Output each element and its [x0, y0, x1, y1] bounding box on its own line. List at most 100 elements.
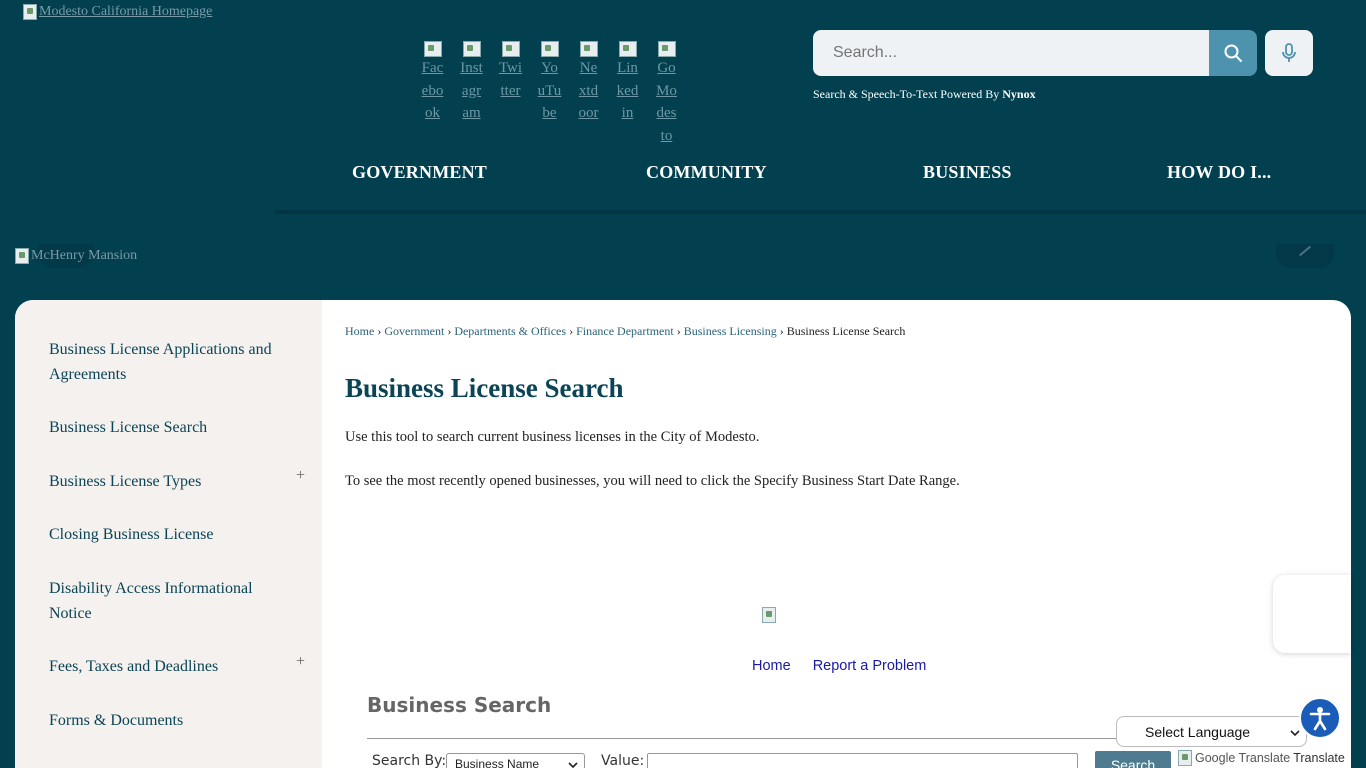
sidebar-item-applications[interactable]: Business License Applications and Agreem… [49, 337, 279, 387]
search-input[interactable] [813, 30, 1209, 76]
broken-image-icon [501, 41, 520, 57]
search-icon [1224, 44, 1242, 62]
search-by-select[interactable]: Business Name [446, 753, 585, 768]
social-link-text: to [660, 127, 673, 144]
sidebar-item-closing-license[interactable]: Closing Business License [49, 522, 279, 547]
broken-image-icon [540, 41, 559, 57]
social-link-text: ok [425, 105, 440, 121]
broken-image-icon [762, 607, 776, 623]
hero-pause-button[interactable] [1276, 244, 1334, 268]
logo-link[interactable]: Modesto California Homepage [23, 4, 212, 20]
social-link-text: oor [578, 105, 599, 121]
google-translate-attribution: Google Translate Translate [1178, 750, 1345, 766]
breadcrumb-separator: › [569, 324, 574, 338]
social-link-text: Fac [421, 60, 444, 76]
broken-image-icon [462, 41, 481, 57]
social-link-text: in [621, 105, 634, 121]
search-by-value: Business Name [455, 757, 540, 768]
expand-fees-taxes-button[interactable]: + [296, 653, 305, 671]
sidebar-item-license-search[interactable]: Business License Search [49, 415, 279, 440]
chevron-down-icon [1290, 730, 1300, 737]
breadcrumb-government[interactable]: Government [384, 324, 444, 338]
microphone-icon [1282, 43, 1296, 62]
embedded-app-image [762, 607, 776, 628]
powered-by: Search & Speech-To-Text Powered By Nynox [813, 87, 1036, 102]
chevron-down-icon [568, 762, 578, 768]
business-search-title: Business Search [367, 693, 552, 717]
sidebar: Business License Applications and Agreem… [15, 300, 322, 768]
site-search [813, 30, 1257, 76]
breadcrumb-separator: › [779, 324, 784, 338]
main-nav: GOVERNMENT COMMUNITY BUSINESS HOW DO I..… [275, 162, 1366, 214]
social-link-linkedin[interactable]: Lin ked in [608, 41, 647, 147]
hero-image-alt: McHenry Mansion [31, 248, 138, 263]
broken-image-icon [23, 4, 37, 20]
expand-license-types-button[interactable]: + [296, 467, 305, 485]
translate-link[interactable]: Translate [1293, 751, 1345, 765]
embedded-app-links: Home Report a Problem [752, 658, 926, 674]
breadcrumb-separator: › [676, 324, 681, 338]
voice-search-button[interactable] [1265, 30, 1313, 76]
broken-image-icon [618, 41, 637, 57]
business-search-button[interactable]: Search [1095, 751, 1171, 768]
language-select[interactable]: Select Language [1116, 716, 1307, 747]
sidebar-item-fees-taxes[interactable]: Fees, Taxes and Deadlines [49, 654, 279, 679]
breadcrumb-departments[interactable]: Departments & Offices [454, 324, 566, 338]
broken-image-icon [1178, 750, 1192, 766]
social-link-text: Mo [656, 82, 677, 99]
sidebar-item-license-types[interactable]: Business License Types [49, 469, 279, 494]
breadcrumb-current: Business License Search [786, 324, 906, 338]
social-link-text: be [542, 105, 557, 121]
language-select-label: Select Language [1145, 724, 1251, 740]
nav-how-do-i[interactable]: HOW DO I... [1167, 162, 1271, 183]
breadcrumb-separator: › [447, 324, 452, 338]
social-link-text: Ne [579, 60, 598, 76]
sidebar-item-disability-notice[interactable]: Disability Access Informational Notice [49, 576, 279, 626]
accessibility-button[interactable] [1299, 697, 1341, 739]
broken-image-icon [657, 41, 676, 57]
intro-paragraph: Use this tool to search current business… [345, 429, 760, 445]
powered-brand-link[interactable]: Nynox [1002, 87, 1035, 101]
social-link-youtube[interactable]: Yo uTu be [530, 41, 569, 147]
breadcrumb: Home › Government › Departments & Office… [345, 324, 905, 339]
accessibility-icon [1309, 707, 1331, 731]
social-link-text: uTu [537, 82, 562, 99]
sidebar-item-forms-documents[interactable]: Forms & Documents [49, 708, 279, 733]
floating-widget[interactable] [1273, 575, 1351, 653]
breadcrumb-finance[interactable]: Finance Department [576, 324, 674, 338]
value-input[interactable] [647, 753, 1078, 768]
breadcrumb-business-licensing[interactable]: Business Licensing [684, 324, 777, 338]
social-link-text: tter [500, 82, 521, 99]
social-link-text: Yo [541, 60, 558, 76]
social-link-nextdoor[interactable]: Ne xtd oor [569, 41, 608, 147]
hero-image: McHenry Mansion [15, 248, 137, 264]
search-button[interactable] [1209, 30, 1257, 76]
social-link-twitter[interactable]: Twi tter [491, 41, 530, 147]
social-link-text: Lin [617, 60, 638, 76]
report-problem-link[interactable]: Report a Problem [813, 658, 927, 674]
breadcrumb-home[interactable]: Home [345, 324, 374, 338]
divider [367, 738, 1120, 739]
social-link-text: xtd [578, 82, 599, 99]
social-link-instagram[interactable]: Inst agr am [452, 41, 491, 147]
social-link-text: agr [461, 82, 482, 99]
breadcrumb-separator: › [377, 324, 382, 338]
google-translate-alt: Google Translate [1195, 751, 1291, 765]
nav-business[interactable]: BUSINESS [923, 162, 1012, 183]
social-link-text: ebo [421, 82, 444, 99]
nav-community[interactable]: COMMUNITY [646, 162, 767, 183]
nav-government[interactable]: GOVERNMENT [352, 162, 487, 183]
logo-alt-text: Modesto California Homepage [39, 4, 213, 19]
social-link-gomodesto[interactable]: Go Mo des to [647, 41, 686, 147]
embed-home-link[interactable]: Home [752, 658, 791, 674]
social-link-text: Twi [498, 60, 523, 76]
social-links: Fac ebo ok Inst agr am Twi tter Yo uTu be Ne xtd oor L… [413, 41, 686, 147]
broken-image-icon [423, 41, 442, 57]
social-link-text: am [462, 105, 481, 121]
value-label: Value: [601, 753, 645, 768]
social-link-text: des [656, 105, 677, 121]
content-panel: Business License Applications and Agreem… [15, 300, 1351, 768]
social-link-facebook[interactable]: Fac ebo ok [413, 41, 452, 147]
social-link-text: ked [616, 82, 639, 99]
broken-image-icon [15, 248, 29, 264]
